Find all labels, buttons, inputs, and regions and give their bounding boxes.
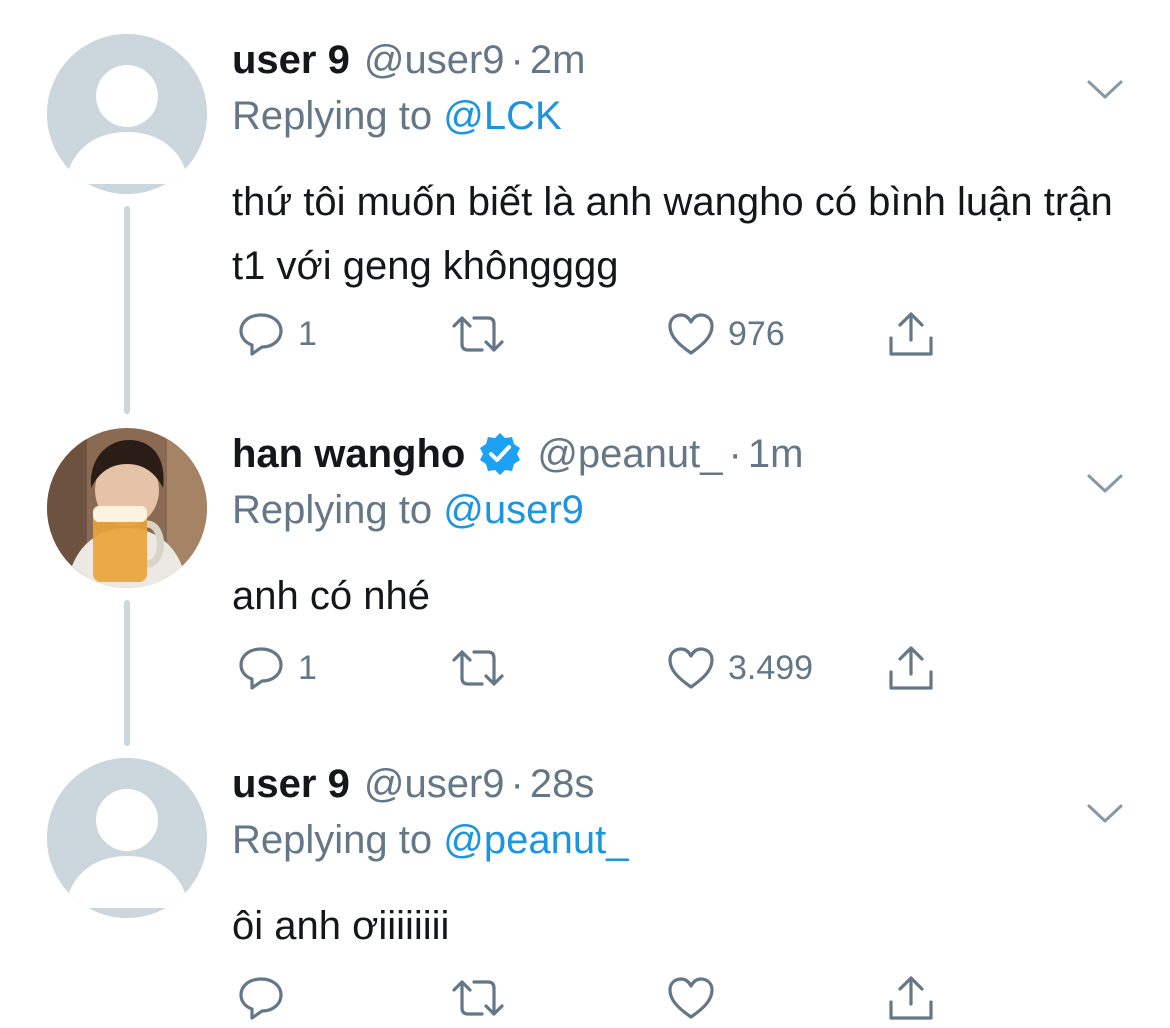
tweet-text: anh có nhé bbox=[232, 574, 430, 618]
display-name[interactable]: han wangho bbox=[232, 430, 465, 478]
share-button[interactable] bbox=[886, 968, 936, 1028]
user-handle[interactable]: @user9 bbox=[364, 760, 505, 808]
replying-to: Replying to @LCK bbox=[232, 92, 562, 140]
chevron-down-icon[interactable] bbox=[1086, 802, 1124, 826]
user-handle[interactable]: @peanut_ bbox=[537, 430, 722, 478]
tweet-header: user 9 @user9 · 28s bbox=[232, 760, 594, 808]
replying-label: Replying to bbox=[232, 488, 433, 532]
tweet-header: user 9 @user9 · 2m bbox=[232, 36, 585, 84]
mention-link[interactable]: @LCK bbox=[443, 94, 561, 138]
timestamp[interactable]: 28s bbox=[530, 760, 595, 808]
reply-button[interactable]: 1 bbox=[236, 304, 317, 364]
reply-count: 1 bbox=[298, 314, 317, 353]
heart-icon bbox=[668, 313, 714, 355]
chevron-down-icon[interactable] bbox=[1086, 78, 1124, 102]
thread-connector-line bbox=[124, 206, 130, 414]
default-avatar-icon bbox=[47, 34, 207, 194]
display-name[interactable]: user 9 bbox=[232, 760, 350, 808]
like-button[interactable] bbox=[666, 968, 728, 1028]
separator-dot: · bbox=[728, 432, 742, 476]
like-button[interactable]: 3.499 bbox=[666, 638, 813, 698]
reply-icon bbox=[239, 977, 283, 1020]
tweet-3[interactable]: user 9 @user9 · 28s Replying to @peanut_… bbox=[0, 758, 1170, 1021]
like-count: 976 bbox=[728, 314, 785, 353]
replying-to: Replying to @peanut_ bbox=[232, 816, 628, 864]
retweet-button[interactable] bbox=[450, 638, 518, 698]
retweet-icon bbox=[452, 980, 504, 1016]
action-bar: 1 3.499 bbox=[232, 638, 952, 698]
replying-label: Replying to bbox=[232, 818, 433, 862]
heart-icon bbox=[668, 977, 714, 1019]
separator-dot: · bbox=[510, 38, 524, 82]
reply-button[interactable] bbox=[236, 968, 298, 1028]
retweet-button[interactable] bbox=[450, 304, 518, 364]
mention-link[interactable]: @user9 bbox=[443, 488, 584, 532]
action-bar: 1 976 bbox=[232, 304, 952, 364]
replying-label: Replying to bbox=[232, 94, 433, 138]
avatar[interactable] bbox=[47, 428, 207, 588]
profile-photo bbox=[47, 428, 207, 588]
action-bar bbox=[232, 968, 952, 1028]
avatar[interactable] bbox=[47, 758, 207, 918]
share-button[interactable] bbox=[886, 304, 936, 364]
reply-thread: user 9 @user9 · 2m Replying to @LCK thứ … bbox=[0, 0, 1170, 1021]
retweet-icon bbox=[452, 316, 504, 352]
heart-icon bbox=[668, 647, 714, 689]
timestamp[interactable]: 2m bbox=[530, 36, 586, 84]
reply-button[interactable]: 1 bbox=[236, 638, 317, 698]
retweet-icon bbox=[452, 650, 504, 686]
reply-count: 1 bbox=[298, 648, 317, 687]
retweet-button[interactable] bbox=[450, 968, 518, 1028]
like-count: 3.499 bbox=[728, 648, 814, 687]
user-handle[interactable]: @user9 bbox=[364, 36, 505, 84]
replying-to: Replying to @user9 bbox=[232, 486, 584, 534]
default-avatar-icon bbox=[47, 758, 207, 918]
reply-icon bbox=[239, 313, 283, 356]
tweet-2[interactable]: han wangho @peanut_ · 1m Replying to @us… bbox=[0, 428, 1170, 748]
tweet-text: ôi anh ơiiiiiiii bbox=[232, 904, 450, 948]
like-button[interactable]: 976 bbox=[666, 304, 785, 364]
thread-connector-line bbox=[124, 600, 130, 746]
share-icon bbox=[889, 312, 933, 356]
share-button[interactable] bbox=[886, 638, 936, 698]
tweet-header: han wangho @peanut_ · 1m bbox=[232, 430, 803, 478]
reply-icon bbox=[239, 647, 283, 690]
separator-dot: · bbox=[510, 762, 524, 806]
chevron-down-icon[interactable] bbox=[1086, 472, 1124, 496]
tweet-1[interactable]: user 9 @user9 · 2m Replying to @LCK thứ … bbox=[0, 34, 1170, 414]
mention-link[interactable]: @peanut_ bbox=[443, 818, 628, 862]
timestamp[interactable]: 1m bbox=[748, 430, 804, 478]
avatar[interactable] bbox=[47, 34, 207, 194]
display-name[interactable]: user 9 bbox=[232, 36, 350, 84]
verified-badge-icon bbox=[480, 433, 521, 475]
share-icon bbox=[889, 976, 933, 1020]
share-icon bbox=[889, 646, 933, 690]
tweet-text: thứ tôi muốn biết là anh wangho có bình … bbox=[232, 180, 1113, 288]
